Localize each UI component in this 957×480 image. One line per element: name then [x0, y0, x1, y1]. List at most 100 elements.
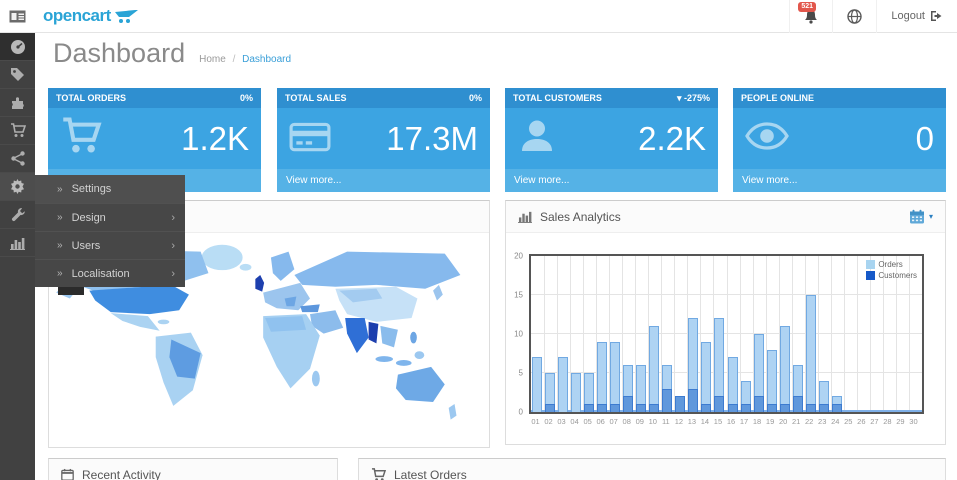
bar-customers-09	[636, 404, 646, 412]
bar-customers-13	[688, 389, 698, 412]
sidebar-item-reports[interactable]	[0, 229, 35, 257]
storefront-button[interactable]	[832, 0, 876, 33]
bar-customers-12	[675, 396, 685, 412]
x-tick-label: 12	[672, 417, 685, 426]
tile-header: TOTAL SALES 0%	[277, 88, 490, 108]
bar-orders-20	[780, 326, 790, 412]
chart-x-axis: 0102030405060708091011121314151617181920…	[529, 417, 924, 429]
sidebar-item-sales[interactable]	[0, 117, 35, 145]
tile-value: 2.2K	[638, 120, 706, 158]
user-icon	[517, 116, 557, 161]
submenu-item-users[interactable]: » Users ›	[35, 231, 185, 259]
gridline	[857, 256, 858, 412]
view-more-link[interactable]: View more...	[505, 169, 718, 192]
tile-body: 0	[733, 108, 946, 169]
bar-customers-24	[832, 404, 842, 412]
notification-badge: 521	[798, 2, 816, 12]
opencart-logo-text: opencart	[43, 6, 111, 26]
x-tick-label: 05	[581, 417, 594, 426]
tile-delta: ▾ -275%	[677, 93, 710, 104]
cart-icon	[10, 123, 26, 138]
view-more-link[interactable]: View more...	[277, 169, 490, 192]
menu-arrow-icon: »	[57, 268, 63, 279]
x-tick-label: 02	[542, 417, 555, 426]
x-tick-label: 09	[633, 417, 646, 426]
tile-header: TOTAL CUSTOMERS ▾ -275%	[505, 88, 718, 108]
tile-label: TOTAL SALES	[285, 93, 347, 103]
tile-body: 2.2K	[505, 108, 718, 169]
bar-customers-23	[819, 404, 829, 412]
sidebar-item-marketing[interactable]	[0, 145, 35, 173]
gridline	[831, 256, 832, 412]
latest-orders-panel: Latest Orders	[358, 458, 946, 480]
sidebar-item-extensions[interactable]	[0, 89, 35, 117]
x-tick-label: 20	[777, 417, 790, 426]
x-tick-label: 30	[907, 417, 920, 426]
submenu-item-design[interactable]: » Design ›	[35, 203, 185, 231]
x-tick-label: 06	[594, 417, 607, 426]
cart-tile-icon	[60, 117, 102, 160]
view-more-link[interactable]: View more...	[733, 169, 946, 192]
tile-body: 1.2K	[48, 108, 261, 169]
y-tick-label: 20	[514, 252, 523, 261]
bar-chart-icon	[10, 236, 25, 250]
tile-total-customers: TOTAL CUSTOMERS ▾ -275% 2.2K View more..…	[505, 88, 718, 192]
chart-legend: OrdersCustomers	[866, 260, 917, 282]
opencart-logo[interactable]: opencart	[43, 6, 139, 26]
bar-orders-01	[532, 357, 542, 412]
submenu-item-localisation[interactable]: » Localisation ›	[35, 259, 185, 287]
date-range-button[interactable]: ▾	[909, 209, 933, 224]
sidebar-item-tools[interactable]	[0, 201, 35, 229]
tile-delta: 0%	[469, 93, 482, 103]
breadcrumb-current[interactable]: Dashboard	[242, 54, 291, 65]
latest-orders-header: Latest Orders	[359, 459, 945, 480]
tile-header: PEOPLE ONLINE	[733, 88, 946, 108]
bar-orders-19	[767, 350, 777, 412]
y-tick-label: 10	[514, 330, 523, 339]
calendar-icon	[909, 209, 925, 224]
bar-customers-14	[701, 404, 711, 412]
legend-label: Customers	[878, 271, 917, 280]
caret-down-icon: ▾	[929, 212, 933, 221]
x-tick-label: 03	[555, 417, 568, 426]
x-tick-label: 07	[607, 417, 620, 426]
latest-orders-title: Latest Orders	[394, 468, 467, 480]
x-tick-label: 19	[764, 417, 777, 426]
chevron-right-icon: ›	[171, 240, 175, 252]
calendar-icon	[61, 468, 74, 480]
breadcrumb-home[interactable]: Home	[199, 54, 226, 65]
logout-label: Logout	[891, 10, 925, 22]
x-tick-label: 13	[685, 417, 698, 426]
submenu-label: Settings	[72, 183, 175, 195]
x-tick-label: 10	[646, 417, 659, 426]
submenu-item-settings[interactable]: » Settings	[35, 175, 185, 203]
tile-total-sales: TOTAL SALES 0% 17.3M View more...	[277, 88, 490, 192]
bar-customers-10	[649, 404, 659, 412]
bar-customers-15	[714, 396, 724, 412]
x-tick-label: 22	[803, 417, 816, 426]
sidebar-item-dashboard[interactable]	[0, 33, 35, 61]
cart-icon	[371, 468, 386, 480]
menu-toggle-icon	[9, 10, 26, 23]
recent-activity-panel: Recent Activity	[48, 458, 338, 480]
puzzle-icon	[10, 95, 25, 110]
menu-arrow-icon: »	[57, 184, 63, 195]
menu-toggle-button[interactable]	[0, 0, 35, 33]
bar-customers-20	[780, 404, 790, 412]
bar-orders-22	[806, 295, 816, 412]
x-tick-label: 25	[842, 417, 855, 426]
recent-activity-header: Recent Activity	[49, 459, 337, 480]
notifications-button[interactable]: 521	[789, 0, 832, 33]
wrench-icon	[11, 207, 25, 222]
x-tick-label: 01	[529, 417, 542, 426]
tile-label: TOTAL CUSTOMERS	[513, 93, 602, 103]
y-tick-label: 5	[519, 369, 523, 378]
bar-customers-11	[662, 389, 672, 412]
sidebar-item-system[interactable]	[0, 173, 35, 201]
x-tick-label: 26	[855, 417, 868, 426]
sidebar-item-catalog[interactable]	[0, 61, 35, 89]
bar-customers-19	[767, 404, 777, 412]
logout-button[interactable]: Logout	[876, 0, 957, 33]
submenu-label: Localisation	[72, 268, 172, 280]
page-title: Dashboard	[53, 38, 185, 69]
